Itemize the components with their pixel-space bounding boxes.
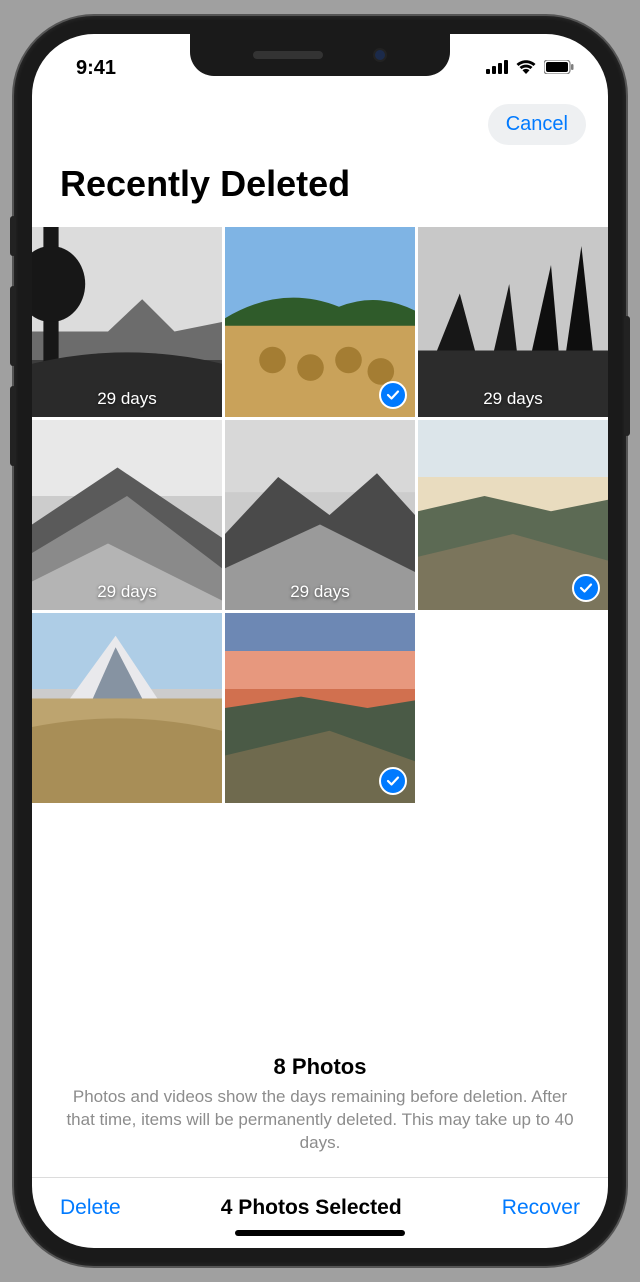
checkmark-icon	[572, 574, 600, 602]
selection-count: 4 Photos Selected	[221, 1196, 402, 1220]
summary-section: 8 Photos Photos and videos show the days…	[32, 1038, 608, 1177]
volume-down-button	[10, 386, 16, 466]
notch	[190, 34, 450, 76]
page-title: Recently Deleted	[32, 155, 608, 227]
cellular-icon	[486, 57, 508, 80]
photo-thumbnail[interactable]: 29 days	[32, 420, 222, 610]
bottom-toolbar: Delete 4 Photos Selected Recover	[32, 1177, 608, 1248]
days-remaining-label: 29 days	[418, 389, 608, 409]
delete-button[interactable]: Delete	[60, 1196, 121, 1220]
power-button	[624, 316, 630, 436]
checkmark-icon	[379, 767, 407, 795]
cancel-button[interactable]: Cancel	[488, 104, 586, 145]
volume-up-button	[10, 286, 16, 366]
recover-button[interactable]: Recover	[502, 1196, 580, 1220]
home-indicator[interactable]	[235, 1230, 405, 1236]
screen: 9:41 Cancel Recently Deleted 29 days	[32, 34, 608, 1248]
photo-thumbnail[interactable]: 29 days	[418, 227, 608, 417]
mute-switch	[10, 216, 16, 256]
photo-count: 8 Photos	[62, 1054, 578, 1080]
days-remaining-label: 29 days	[32, 582, 222, 602]
days-remaining-label: 29 days	[225, 582, 415, 602]
photo-thumbnail[interactable]	[32, 613, 222, 803]
photo-grid: 29 days 29 days 29 days 29 days	[32, 227, 608, 803]
photo-thumbnail[interactable]: 29 days	[32, 227, 222, 417]
deletion-notice: Photos and videos show the days remainin…	[62, 1086, 578, 1155]
device-frame: 9:41 Cancel Recently Deleted 29 days	[14, 16, 626, 1266]
photo-thumbnail[interactable]	[225, 613, 415, 803]
battery-icon	[544, 57, 574, 80]
photo-thumbnail[interactable]	[418, 420, 608, 610]
photo-thumbnail[interactable]	[225, 227, 415, 417]
nav-bar: Cancel	[32, 86, 608, 155]
status-time: 9:41	[76, 57, 116, 80]
wifi-icon	[515, 57, 537, 80]
days-remaining-label: 29 days	[32, 389, 222, 409]
checkmark-icon	[379, 381, 407, 409]
photo-thumbnail[interactable]: 29 days	[225, 420, 415, 610]
